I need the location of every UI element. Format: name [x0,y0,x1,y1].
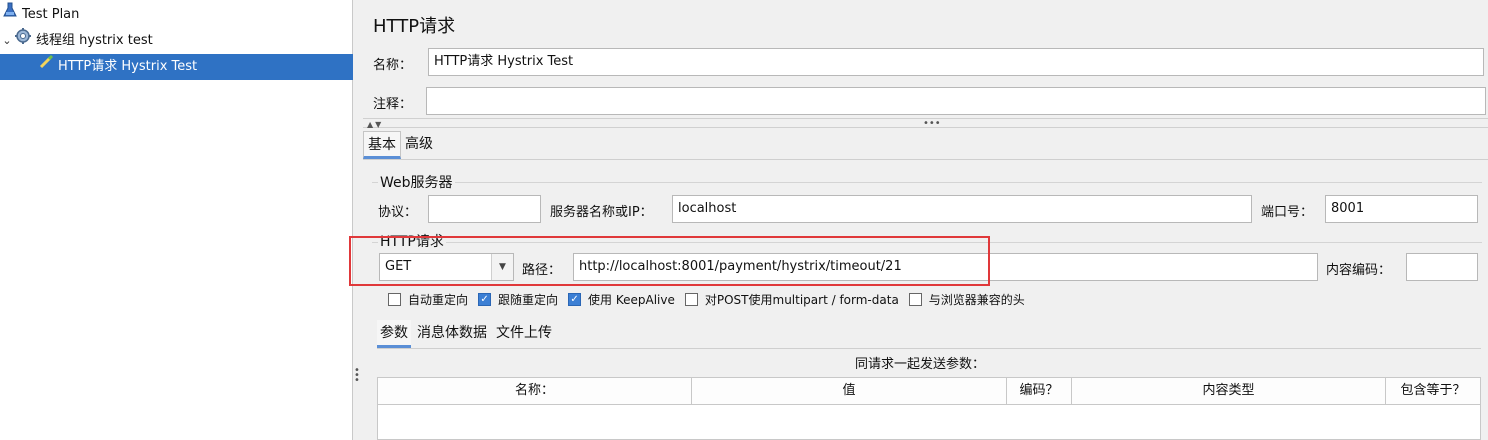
keepalive-checkbox[interactable]: ✓ 使用 KeepAlive [568,291,675,308]
server-label: 服务器名称或IP： [550,205,653,220]
checkbox-label: 使用 KeepAlive [588,293,675,307]
comment-label: 注释： [373,97,413,112]
test-plan-tree: Test Plan ⌄ 线程组 hystrix test HTTP请求 Hyst… [0,0,353,440]
follow-redirect-checkbox[interactable]: ✓ 跟随重定向 [478,291,558,308]
tab-body-data[interactable]: 消息体数据 [414,320,490,348]
body-tabs: 参数 消息体数据 文件上传 [377,320,558,348]
column-header-encode[interactable]: 编码？ [1007,378,1072,404]
table-header: 名称： 值 编码？ 内容类型 包含等于？ [378,378,1480,405]
checkbox-label: 跟随重定向 [498,293,559,307]
server-field[interactable]: localhost [672,195,1252,223]
tree-item-test-plan[interactable]: Test Plan [2,2,79,28]
tab-advanced[interactable]: 高级 [401,131,437,159]
column-header-value[interactable]: 值 [692,378,1007,404]
main-tabs: 基本 高级 [363,131,437,159]
name-label: 名称： [373,58,413,73]
web-server-group-border [372,182,1482,183]
jmeter-window: Test Plan ⌄ 线程组 hystrix test HTTP请求 Hyst… [0,0,1488,440]
check-icon[interactable]: ✓ [568,293,582,306]
encoding-field[interactable] [1406,253,1478,281]
protocol-label: 协议： [378,205,418,220]
highlight-box [349,236,990,286]
column-header-name[interactable]: 名称： [378,378,692,404]
tab-parameters[interactable]: 参数 [377,320,411,348]
tree-item-http-request[interactable]: HTTP请求 Hystrix Test [0,54,353,80]
column-header-include-equals[interactable]: 包含等于？ [1386,378,1480,404]
comment-field[interactable] [426,87,1486,115]
tab-file-upload[interactable]: 文件上传 [493,320,555,348]
column-header-content-type[interactable]: 内容类型 [1072,378,1386,404]
protocol-field[interactable] [428,195,541,223]
checkbox-box[interactable] [684,293,698,306]
page-title: HTTP请求 [373,16,456,37]
checkbox-label: 自动重定向 [408,293,469,307]
web-server-group-title: Web服务器 [378,172,455,192]
port-label: 端口号： [1261,205,1314,220]
checkbox-box[interactable] [908,293,922,306]
checkbox-box[interactable] [388,293,401,306]
tree-item-label: 线程组 hystrix test [36,33,153,48]
tree-item-label: Test Plan [22,7,80,22]
params-caption: 同请求一起发送参数： [855,357,986,372]
multipart-checkbox[interactable]: 对POST使用multipart / form-data [684,291,899,308]
gear-icon [14,27,32,55]
encoding-label: 内容编码： [1326,263,1392,278]
checkbox-label: 对POST使用multipart / form-data [704,293,899,307]
splitter-handle[interactable]: • • • [354,366,360,388]
checkbox-label: 与浏览器兼容的头 [928,293,1025,307]
flask-icon [2,2,18,28]
params-table[interactable]: 名称： 值 编码？ 内容类型 包含等于？ [377,377,1481,440]
check-icon[interactable]: ✓ [478,293,492,306]
pipette-icon [38,54,54,80]
browser-headers-checkbox[interactable]: 与浏览器兼容的头 [908,291,1025,308]
grip-icon[interactable]: ••• [923,118,941,129]
options-row: 自动重定向 ✓ 跟随重定向 ✓ 使用 KeepAlive 对POST使用mult… [388,291,1035,308]
port-field[interactable]: 8001 [1325,195,1478,223]
collapse-arrows-icon[interactable]: ▲▼ [367,120,383,129]
chevron-down-icon[interactable]: ⌄ [0,28,14,54]
tab-basic[interactable]: 基本 [363,131,401,159]
name-field[interactable]: HTTP请求 Hystrix Test [428,48,1484,76]
tabs-divider [363,159,1488,160]
tree-item-label: HTTP请求 Hystrix Test [58,59,198,74]
auto-redirect-checkbox[interactable]: 自动重定向 [388,291,468,308]
tree-item-thread-group[interactable]: ⌄ 线程组 hystrix test [0,28,153,54]
subtabs-divider [377,348,1481,349]
